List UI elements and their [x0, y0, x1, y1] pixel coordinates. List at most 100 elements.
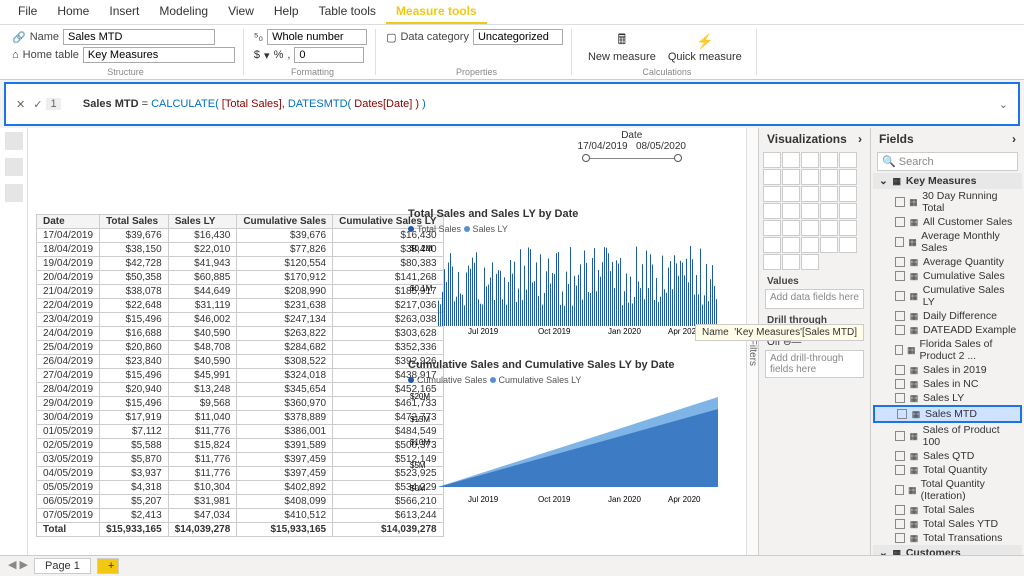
vis-type-tile[interactable]: [801, 237, 819, 253]
vis-type-tile[interactable]: [763, 203, 781, 219]
fields-collapse-icon[interactable]: ›: [1012, 132, 1016, 146]
chart-total-sales[interactable]: Total Sales and Sales LY by Date Total S…: [408, 208, 690, 339]
formula-cancel-button[interactable]: ✕: [12, 98, 29, 111]
quick-measure-button[interactable]: ⚡Quick measure: [662, 29, 748, 65]
format-dropdown[interactable]: [267, 29, 367, 45]
table-row[interactable]: 06/05/2019$5,207$31,981$408,099$566,210: [37, 495, 444, 509]
field-total-sales[interactable]: ▦Total Sales: [873, 503, 1022, 517]
decimals-input[interactable]: [294, 47, 364, 63]
field-cumulative-sales-ly[interactable]: ▦Cumulative Sales LY: [873, 283, 1022, 309]
field-average-monthly-sales[interactable]: ▦Average Monthly Sales: [873, 229, 1022, 255]
vis-type-tile[interactable]: [820, 169, 838, 185]
vis-type-tile[interactable]: [801, 203, 819, 219]
vis-type-tile[interactable]: [782, 237, 800, 253]
vis-type-tile[interactable]: [782, 169, 800, 185]
add-page-button[interactable]: +: [97, 558, 119, 574]
field-sales-ly[interactable]: ▦Sales LY: [873, 391, 1022, 405]
slicer-handle-start[interactable]: [582, 154, 590, 162]
field-florida-sales-of-product-2----[interactable]: ▦Florida Sales of Product 2 ...: [873, 337, 1022, 363]
data-table-visual[interactable]: DateTotal SalesSales LYCumulative SalesC…: [36, 214, 444, 537]
table-row[interactable]: 02/05/2019$5,588$15,824$391,589$500,373: [37, 439, 444, 453]
table-row[interactable]: 21/04/2019$38,078$44,649$208,990$185,917: [37, 285, 444, 299]
percent-button[interactable]: %: [274, 49, 284, 61]
table-row[interactable]: 24/04/2019$16,688$40,590$263,822$303,628: [37, 327, 444, 341]
report-view-icon[interactable]: [5, 132, 23, 150]
table-row[interactable]: 17/04/2019$39,676$16,430$39,676$16,430: [37, 229, 444, 243]
chart-cumulative-sales[interactable]: Cumulative Sales and Cumulative Sales LY…: [408, 359, 690, 510]
slicer-handle-end[interactable]: [674, 154, 682, 162]
vis-type-tile[interactable]: [801, 254, 819, 270]
field-dateadd-example[interactable]: ▦DATEADD Example: [873, 323, 1022, 337]
table-row[interactable]: 22/04/2019$22,648$31,119$231,638$217,036: [37, 299, 444, 313]
table-row[interactable]: 30/04/2019$17,919$11,040$378,889$472,773: [37, 411, 444, 425]
report-canvas[interactable]: Date 17/04/2019 08/05/2020 DateTotal Sal…: [28, 128, 746, 555]
vis-type-tile[interactable]: [801, 169, 819, 185]
field-total-sales-ytd[interactable]: ▦Total Sales YTD: [873, 517, 1022, 531]
vis-collapse-icon[interactable]: ›: [858, 132, 862, 146]
formula-code[interactable]: Sales MTD = CALCULATE( [Total Sales], DA…: [65, 86, 995, 122]
field-daily-difference[interactable]: ▦Daily Difference: [873, 309, 1022, 323]
table-row[interactable]: 27/04/2019$15,496$45,991$324,018$438,917: [37, 369, 444, 383]
drillthrough-well[interactable]: Add drill-through fields here: [765, 350, 864, 378]
formula-expand-button[interactable]: ⌄: [995, 98, 1012, 111]
table-row[interactable]: 25/04/2019$20,860$48,708$284,682$352,336: [37, 341, 444, 355]
ribbon-tab-file[interactable]: File: [8, 0, 47, 24]
vis-type-tile[interactable]: [782, 203, 800, 219]
currency-button[interactable]: $: [254, 49, 260, 61]
formula-bar[interactable]: ✕ ✓ 1 Sales MTD = CALCULATE( [Total Sale…: [4, 82, 1020, 126]
field-total-quantity[interactable]: ▦Total Quantity: [873, 463, 1022, 477]
data-view-icon[interactable]: [5, 158, 23, 176]
table-row[interactable]: 01/05/2019$7,112$11,776$386,001$484,549: [37, 425, 444, 439]
table-row[interactable]: 28/04/2019$20,940$13,248$345,654$452,165: [37, 383, 444, 397]
table-row[interactable]: 20/04/2019$50,358$60,885$170,912$141,268: [37, 271, 444, 285]
vis-type-tile[interactable]: [820, 186, 838, 202]
field-sales-mtd[interactable]: ▦Sales MTD: [873, 405, 1022, 423]
table-row[interactable]: 03/05/2019$5,870$11,776$397,459$512,149: [37, 453, 444, 467]
table-customers[interactable]: ⌄▦Customers: [873, 545, 1022, 555]
new-measure-button[interactable]: 🖩New measure: [582, 29, 662, 65]
table-row[interactable]: 23/04/2019$15,496$46,002$247,134$263,038: [37, 313, 444, 327]
vis-type-tile[interactable]: [839, 186, 857, 202]
vis-type-tile[interactable]: [820, 220, 838, 236]
field-total-transations[interactable]: ▦Total Transations: [873, 531, 1022, 545]
model-view-icon[interactable]: [5, 184, 23, 202]
vis-type-tile[interactable]: [763, 220, 781, 236]
vis-type-tile[interactable]: [839, 169, 857, 185]
field-sales-in-nc[interactable]: ▦Sales in NC: [873, 377, 1022, 391]
vis-type-tile[interactable]: [763, 152, 781, 168]
table-row[interactable]: 05/05/2019$4,318$10,304$402,892$534,229: [37, 481, 444, 495]
category-dropdown[interactable]: [473, 29, 563, 45]
field-sales-qtd[interactable]: ▦Sales QTD: [873, 449, 1022, 463]
vis-type-tile[interactable]: [820, 203, 838, 219]
vis-type-tile[interactable]: [782, 186, 800, 202]
vis-type-tile[interactable]: [839, 203, 857, 219]
values-well[interactable]: Add data fields here: [765, 289, 864, 309]
vis-type-tile[interactable]: [763, 186, 781, 202]
ribbon-tab-table-tools[interactable]: Table tools: [309, 0, 386, 24]
vis-type-tile[interactable]: [782, 220, 800, 236]
table-key-measures[interactable]: ⌄▦Key Measures: [873, 173, 1022, 189]
vis-type-tile[interactable]: [763, 254, 781, 270]
table-row[interactable]: 04/05/2019$3,937$11,776$397,459$523,925: [37, 467, 444, 481]
vis-type-tile[interactable]: [782, 254, 800, 270]
table-row[interactable]: 19/04/2019$42,728$41,943$120,554$80,383: [37, 257, 444, 271]
field-average-quantity[interactable]: ▦Average Quantity: [873, 255, 1022, 269]
table-row[interactable]: 18/04/2019$38,150$22,010$77,826$38,440: [37, 243, 444, 257]
table-row[interactable]: 29/04/2019$15,496$9,568$360,970$461,733: [37, 397, 444, 411]
ribbon-tab-view[interactable]: View: [218, 0, 264, 24]
vis-type-tile[interactable]: [782, 152, 800, 168]
vis-type-tile[interactable]: [839, 152, 857, 168]
page-tab-1[interactable]: Page 1: [34, 558, 91, 574]
home-table-input[interactable]: [83, 47, 235, 63]
ribbon-tab-help[interactable]: Help: [264, 0, 309, 24]
ribbon-tab-measure-tools[interactable]: Measure tools: [386, 0, 487, 24]
field-30-day-running-total[interactable]: ▦30 Day Running Total: [873, 189, 1022, 215]
vis-type-tile[interactable]: [763, 169, 781, 185]
field-all-customer-sales[interactable]: ▦All Customer Sales: [873, 215, 1022, 229]
vis-type-tile[interactable]: [820, 237, 838, 253]
formula-commit-button[interactable]: ✓: [29, 98, 46, 111]
table-row[interactable]: 26/04/2019$23,840$40,590$308,522$392,926: [37, 355, 444, 369]
vis-type-tile[interactable]: [763, 237, 781, 253]
thousands-button[interactable]: ,: [287, 49, 290, 61]
fields-search-input[interactable]: 🔍 Search: [877, 152, 1018, 171]
